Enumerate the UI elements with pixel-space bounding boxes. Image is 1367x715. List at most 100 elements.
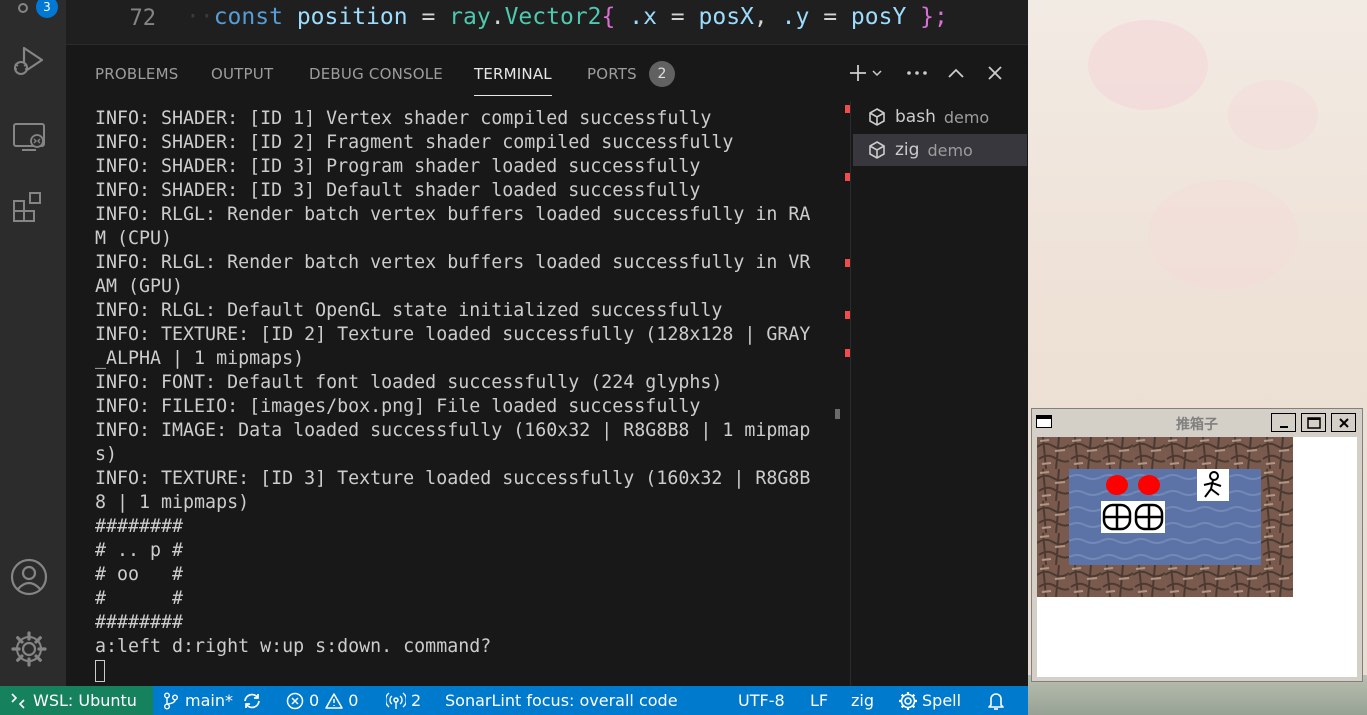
close-panel-icon[interactable] <box>983 59 1007 87</box>
goal-marker <box>1106 475 1128 495</box>
game-canvas[interactable] <box>1037 437 1357 677</box>
terminal-line: INFO: FILEIO: [images/box.png] File load… <box>95 396 701 417</box>
problems-indicator[interactable]: 0 0 <box>286 686 358 715</box>
terminal-output[interactable]: INFO: SHADER: [ID 1] Vertex shader compi… <box>95 107 825 683</box>
tab-terminal[interactable]: TERMINAL <box>474 65 552 83</box>
wall-tile <box>1261 501 1293 533</box>
line-number: 72 <box>129 6 157 31</box>
wall-tile <box>1261 533 1293 565</box>
sync-icon[interactable] <box>242 692 262 710</box>
terminal-item-zig[interactable]: zig demo <box>853 134 1027 166</box>
tab-output[interactable]: OUTPUT <box>211 65 273 83</box>
error-count: 0 <box>309 691 320 710</box>
language-mode[interactable]: zig <box>851 686 874 715</box>
terminal-name: bash <box>895 107 936 127</box>
floor-tile <box>1069 501 1101 533</box>
ports-badge: 2 <box>649 61 675 87</box>
remote-indicator[interactable]: WSL: Ubuntu <box>0 686 153 715</box>
game-titlebar[interactable]: 推箱子 <box>1032 409 1362 435</box>
floor-tile <box>1229 501 1261 533</box>
wall-tile <box>1197 437 1229 469</box>
wall-tile <box>1261 437 1293 469</box>
maximize-panel-icon[interactable] <box>944 59 968 87</box>
terminal-folder: demo <box>927 140 973 160</box>
tab-debug-console[interactable]: DEBUG CONSOLE <box>309 65 443 83</box>
code-module: ray <box>449 4 491 30</box>
maximize-button[interactable] <box>1301 413 1326 432</box>
floor-tile <box>1069 469 1101 501</box>
ports-indicator[interactable]: 2 <box>386 686 421 715</box>
source-control-badge: 3 <box>36 0 58 18</box>
run-debug-icon[interactable] <box>8 40 50 82</box>
minimize-button[interactable] <box>1271 413 1296 432</box>
code-line[interactable]: ··const position = ray.Vector2{ .x = pos… <box>186 4 948 30</box>
encoding-selector[interactable]: UTF-8 <box>738 686 785 715</box>
editor-area[interactable]: 72 ··const position = ray.Vector2{ .x = … <box>66 0 1028 44</box>
eol-selector[interactable]: LF <box>810 686 828 715</box>
wall-tile <box>1229 565 1261 597</box>
wall-tile <box>1037 469 1069 501</box>
floor-tile <box>1101 533 1133 565</box>
terminal-line: INFO: TEXTURE: [ID 2] Texture loaded suc… <box>95 324 811 345</box>
terminal-line: ######## <box>95 516 184 537</box>
terminal-line: INFO: IMAGE: Data loaded successfully (1… <box>95 420 811 441</box>
terminal-line: INFO: SHADER: [ID 1] Vertex shader compi… <box>95 108 712 129</box>
extensions-icon[interactable] <box>8 187 50 229</box>
game-window[interactable]: 推箱子 <box>1031 408 1363 682</box>
wall-tile <box>1037 533 1069 565</box>
terminal-line: _ALPHA | 1 mipmaps) <box>95 348 305 369</box>
code-value-y: posY <box>850 4 907 30</box>
error-icon <box>286 692 304 709</box>
terminal-line: # # <box>95 588 184 609</box>
account-icon[interactable] <box>8 556 50 598</box>
branch-name: main* <box>185 691 233 710</box>
close-button[interactable] <box>1331 413 1356 432</box>
box-tile <box>1133 501 1165 533</box>
active-tab-indicator <box>474 95 552 96</box>
terminal-line: INFO: RLGL: Render batch vertex buffers … <box>95 204 811 225</box>
terminal-line: INFO: SHADER: [ID 3] Default shader load… <box>95 180 701 201</box>
board-cells <box>1037 437 1293 597</box>
broadcast-icon <box>386 691 406 709</box>
terminal-cube-icon <box>867 140 891 160</box>
sonarlint-focus[interactable]: SonarLint focus: overall code <box>445 686 678 715</box>
floor-tile <box>1197 501 1229 533</box>
settings-gear-icon[interactable] <box>8 628 50 670</box>
remote-label: WSL: Ubuntu <box>33 691 137 710</box>
terminal-line: s) <box>95 444 118 465</box>
terminal-list: bash demo zig demo <box>850 101 1028 687</box>
status-bar: WSL: Ubuntu main* 0 0 2 SonarLint focus:… <box>0 686 1028 715</box>
notifications-bell-icon[interactable] <box>987 686 1005 715</box>
terminal-line: INFO: TEXTURE: [ID 3] Texture loaded suc… <box>95 468 811 489</box>
floor-tile <box>1229 469 1261 501</box>
ports-count: 2 <box>411 691 422 710</box>
terminal-name: zig <box>895 140 920 160</box>
terminal-scrollbar[interactable] <box>835 409 840 419</box>
code-operator: = <box>421 4 436 30</box>
new-terminal-button[interactable] <box>846 59 886 87</box>
code-operator: = <box>670 4 685 30</box>
wall-tile <box>1229 437 1261 469</box>
source-control-icon[interactable]: 3 <box>8 0 58 22</box>
panel-tabs: PROBLEMS OUTPUT DEBUG CONSOLE TERMINAL P… <box>66 45 1028 101</box>
more-actions-icon[interactable] <box>904 59 930 87</box>
floor-tile <box>1165 533 1197 565</box>
remote-explorer-icon[interactable] <box>8 115 50 157</box>
terminal-cube-icon <box>867 107 891 127</box>
wall-tile <box>1069 437 1101 469</box>
floor-tile <box>1229 533 1261 565</box>
wall-tile <box>1037 565 1069 597</box>
spell-checker[interactable]: Spell <box>898 686 961 715</box>
tab-problems[interactable]: PROBLEMS <box>95 65 178 83</box>
terminal-item-bash[interactable]: bash demo <box>853 101 1027 133</box>
player-sprite <box>1197 469 1229 501</box>
floor-tile <box>1165 501 1197 533</box>
terminal-line: INFO: RLGL: Default OpenGL state initial… <box>95 300 723 321</box>
warning-count: 0 <box>348 691 359 710</box>
tab-ports[interactable]: PORTS <box>587 65 637 83</box>
floor-tile <box>1165 469 1197 501</box>
branch-indicator[interactable]: main* <box>163 686 262 715</box>
wall-tile <box>1165 437 1197 469</box>
warning-icon <box>325 692 343 709</box>
sokoban-board[interactable] <box>1037 437 1293 597</box>
